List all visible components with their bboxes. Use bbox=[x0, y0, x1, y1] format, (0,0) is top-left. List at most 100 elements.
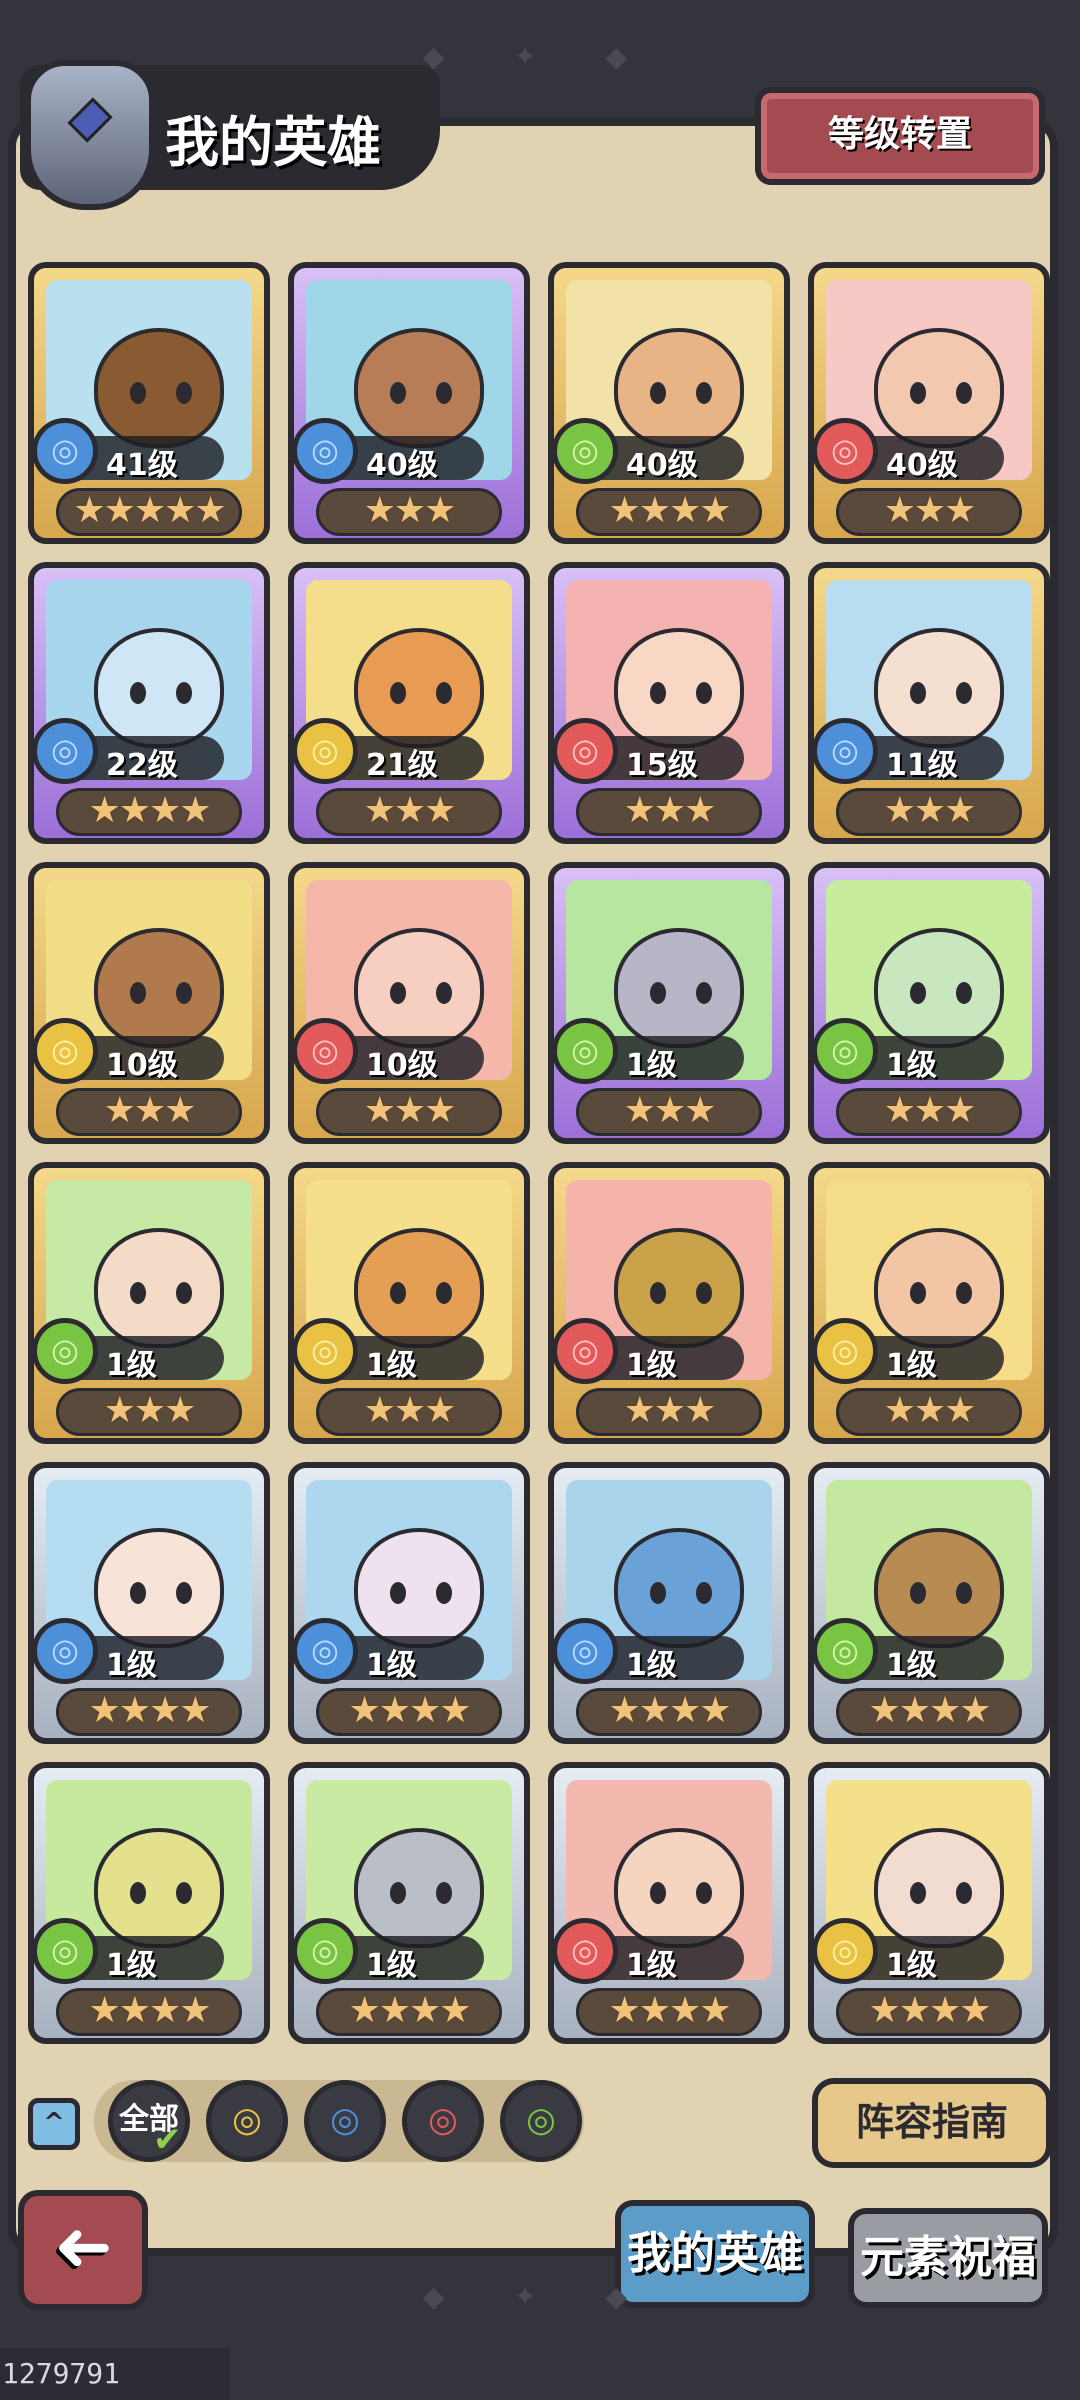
hero-card[interactable]: ◎ 1级 ★★★ bbox=[548, 862, 790, 1144]
level-transfer-button[interactable]: 等级转置 bbox=[755, 87, 1045, 185]
hero-card[interactable]: ◎ 40级 ★★★ bbox=[808, 262, 1050, 544]
hero-level: 1级 bbox=[106, 1348, 157, 1383]
water-element-icon: ◎ bbox=[330, 2100, 360, 2140]
fire-element-icon: ◎ bbox=[554, 718, 618, 784]
star-rating: ★★★★ bbox=[56, 788, 242, 836]
hero-level: 1级 bbox=[626, 1048, 677, 1083]
star-rating: ★★★★★ bbox=[56, 488, 242, 536]
hero-card[interactable]: ◎ 1级 ★★★★ bbox=[808, 1462, 1050, 1744]
hero-eye bbox=[176, 1282, 192, 1304]
hero-face bbox=[354, 628, 484, 748]
hero-level: 40级 bbox=[626, 448, 698, 483]
hero-eye bbox=[390, 682, 406, 704]
star-rating: ★★★★ bbox=[316, 1688, 502, 1736]
hero-card[interactable]: ◎ 40级 ★★★ bbox=[288, 262, 530, 544]
hero-card[interactable]: ◎ 22级 ★★★★ bbox=[28, 562, 270, 844]
helmet-gem bbox=[67, 97, 113, 143]
filter-earth-button[interactable]: ◎ bbox=[206, 2080, 288, 2162]
hero-eye bbox=[910, 1582, 926, 1604]
hero-card[interactable]: ◎ 1级 ★★★★ bbox=[288, 1762, 530, 2044]
hero-card[interactable]: ◎ 1级 ★★★ bbox=[808, 862, 1050, 1144]
filter-fire-button[interactable]: ◎ bbox=[402, 2080, 484, 2162]
wind-element-icon: ◎ bbox=[526, 2100, 556, 2140]
hero-face bbox=[874, 1528, 1004, 1648]
hero-card[interactable]: ◎ 1级 ★★★ bbox=[808, 1162, 1050, 1444]
star-rating: ★★★★ bbox=[56, 1988, 242, 2036]
filter-wind-button[interactable]: ◎ bbox=[500, 2080, 582, 2162]
hero-card[interactable]: ◎ 41级 ★★★★★ bbox=[28, 262, 270, 544]
hero-eye bbox=[696, 682, 712, 704]
collapse-button[interactable]: ^ bbox=[28, 2098, 80, 2150]
hero-level: 1级 bbox=[106, 1948, 157, 1983]
earth-element-icon: ◎ bbox=[294, 718, 358, 784]
hero-eye bbox=[956, 682, 972, 704]
hero-level: 41级 bbox=[106, 448, 178, 483]
hero-card[interactable]: ◎ 11级 ★★★ bbox=[808, 562, 1050, 844]
lineup-guide-button[interactable]: 阵容指南 bbox=[812, 2078, 1052, 2168]
hero-eye bbox=[436, 1282, 452, 1304]
hero-eye bbox=[956, 1582, 972, 1604]
hero-level: 1级 bbox=[886, 1348, 937, 1383]
fire-element-icon: ◎ bbox=[294, 1018, 358, 1084]
hero-card[interactable]: ◎ 1级 ★★★★ bbox=[28, 1762, 270, 2044]
star-rating: ★★★★ bbox=[576, 1988, 762, 2036]
hero-eye bbox=[650, 1582, 666, 1604]
hero-eye bbox=[910, 682, 926, 704]
hero-card[interactable]: ◎ 1级 ★★★ bbox=[288, 1162, 530, 1444]
hero-face bbox=[354, 1828, 484, 1948]
water-element-icon: ◎ bbox=[34, 1618, 98, 1684]
hero-eye bbox=[956, 382, 972, 404]
filter-all-button[interactable]: 全部 ✔ bbox=[108, 2080, 190, 2162]
hero-face bbox=[354, 328, 484, 448]
hero-level: 10级 bbox=[366, 1048, 438, 1083]
hero-card[interactable]: ◎ 15级 ★★★ bbox=[548, 562, 790, 844]
wind-element-icon: ◎ bbox=[814, 1618, 878, 1684]
hero-eye bbox=[650, 382, 666, 404]
hero-card[interactable]: ◎ 1级 ★★★★ bbox=[808, 1762, 1050, 2044]
hero-eye bbox=[436, 982, 452, 1004]
wind-element-icon: ◎ bbox=[814, 1018, 878, 1084]
hero-card[interactable]: ◎ 1级 ★★★★ bbox=[288, 1462, 530, 1744]
earth-element-icon: ◎ bbox=[34, 1018, 98, 1084]
filter-water-button[interactable]: ◎ bbox=[304, 2080, 386, 2162]
hero-eye bbox=[390, 1582, 406, 1604]
star-rating: ★★★★ bbox=[56, 1688, 242, 1736]
hero-eye bbox=[650, 1882, 666, 1904]
hero-level: 1级 bbox=[366, 1648, 417, 1683]
star-rating: ★★★ bbox=[56, 1388, 242, 1436]
hero-face bbox=[354, 1528, 484, 1648]
star-rating: ★★★ bbox=[836, 488, 1022, 536]
fire-element-icon: ◎ bbox=[428, 2100, 458, 2140]
hero-card[interactable]: ◎ 10级 ★★★ bbox=[28, 862, 270, 1144]
hero-eye bbox=[130, 682, 146, 704]
hero-level: 1级 bbox=[366, 1948, 417, 1983]
hero-eye bbox=[176, 1582, 192, 1604]
hero-face bbox=[874, 328, 1004, 448]
hero-card[interactable]: ◎ 1级 ★★★ bbox=[28, 1162, 270, 1444]
hero-eye bbox=[650, 1282, 666, 1304]
star-rating: ★★★ bbox=[56, 1088, 242, 1136]
hero-level: 1级 bbox=[626, 1648, 677, 1683]
hero-card[interactable]: ◎ 1级 ★★★ bbox=[548, 1162, 790, 1444]
hero-level: 1级 bbox=[106, 1648, 157, 1683]
water-element-icon: ◎ bbox=[294, 1618, 358, 1684]
hero-face bbox=[94, 1228, 224, 1348]
hero-eye bbox=[390, 1282, 406, 1304]
hero-face bbox=[94, 928, 224, 1048]
hero-level: 11级 bbox=[886, 748, 958, 783]
hero-face bbox=[354, 1228, 484, 1348]
hero-card[interactable]: ◎ 1级 ★★★★ bbox=[28, 1462, 270, 1744]
fire-element-icon: ◎ bbox=[554, 1918, 618, 1984]
star-rating: ★★★★ bbox=[576, 1688, 762, 1736]
hero-card[interactable]: ◎ 1级 ★★★★ bbox=[548, 1462, 790, 1744]
hero-eye bbox=[696, 1582, 712, 1604]
hero-level: 1级 bbox=[366, 1348, 417, 1383]
hero-card[interactable]: ◎ 40级 ★★★★ bbox=[548, 262, 790, 544]
hero-face bbox=[614, 628, 744, 748]
water-element-icon: ◎ bbox=[554, 1618, 618, 1684]
hero-card[interactable]: ◎ 21级 ★★★ bbox=[288, 562, 530, 844]
hero-face bbox=[614, 1528, 744, 1648]
hero-card[interactable]: ◎ 10级 ★★★ bbox=[288, 862, 530, 1144]
hero-eye bbox=[650, 682, 666, 704]
hero-card[interactable]: ◎ 1级 ★★★★ bbox=[548, 1762, 790, 2044]
